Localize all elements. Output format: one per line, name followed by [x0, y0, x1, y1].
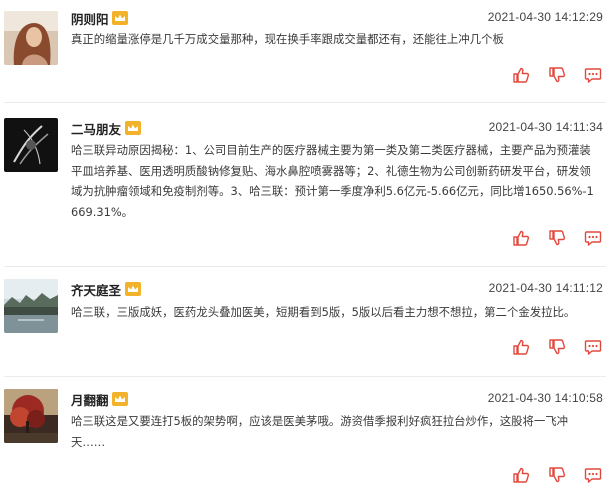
post-time: 2021-04-30 14:12:29	[487, 10, 603, 24]
comment-text: 哈三联，三版成妖，医药龙头叠加医美，短期看到5版，5版以后看主力想不想拉，第二个…	[71, 305, 576, 319]
comment-text: 哈三联异动原因揭秘：1、公司目前生产的医疗器械主要为第一类及第二类医疗器械，主要…	[71, 143, 594, 219]
thumbs-down-icon[interactable]	[548, 229, 566, 247]
comment-icon[interactable]	[584, 466, 602, 484]
comment-actions	[512, 466, 602, 484]
comment-item: 阴则阳 2021-04-30 14:12:29 真正的缩量涨停是几千万成交量那种…	[0, 0, 612, 100]
comment-actions	[512, 338, 602, 356]
username[interactable]: 月翻翻	[71, 390, 109, 409]
avatar[interactable]	[4, 389, 58, 443]
comment-item: 齐天庭圣 2021-04-30 14:11:12 哈三联，三版成妖，医药龙头叠加…	[0, 267, 612, 375]
comment-text: 哈三联这是又要连打5板的架势啊，应该是医美茅哦。游资借季报利好疯狂拉台炒作，这股…	[71, 414, 569, 449]
comment-icon[interactable]	[584, 229, 602, 247]
comment-icon[interactable]	[584, 66, 602, 84]
crown-icon	[112, 391, 128, 406]
username[interactable]: 齐天庭圣	[71, 280, 121, 299]
comment-item: 月翻翻 2021-04-30 14:10:58 哈三联这是又要连打5板的架势啊，…	[0, 377, 612, 494]
comment-actions	[512, 229, 602, 247]
comment-text: 真正的缩量涨停是几千万成交量那种，现在换手率跟成交量都还有，还能往上冲几个板	[71, 32, 504, 46]
thumbs-up-icon[interactable]	[512, 466, 530, 484]
username[interactable]: 阴则阳	[71, 9, 109, 28]
crown-icon	[125, 281, 141, 296]
avatar[interactable]	[4, 279, 58, 333]
comment-list: 阴则阳 2021-04-30 14:12:29 真正的缩量涨停是几千万成交量那种…	[0, 0, 612, 494]
thumbs-up-icon[interactable]	[512, 229, 530, 247]
thumbs-up-icon[interactable]	[512, 66, 530, 84]
crown-icon	[112, 10, 128, 25]
avatar[interactable]	[4, 118, 58, 172]
username[interactable]: 二马朋友	[71, 119, 121, 138]
avatar[interactable]	[4, 11, 58, 65]
crown-icon	[125, 120, 141, 135]
thumbs-up-icon[interactable]	[512, 338, 530, 356]
comment-actions	[512, 66, 602, 84]
comment-item: 二马朋友 2021-04-30 14:11:34 哈三联异动原因揭秘：1、公司目…	[0, 103, 612, 263]
thumbs-down-icon[interactable]	[548, 466, 566, 484]
thumbs-down-icon[interactable]	[548, 338, 566, 356]
post-time: 2021-04-30 14:11:12	[488, 281, 603, 295]
post-time: 2021-04-30 14:10:58	[487, 391, 603, 405]
post-time: 2021-04-30 14:11:34	[488, 120, 603, 134]
comment-icon[interactable]	[584, 338, 602, 356]
thumbs-down-icon[interactable]	[548, 66, 566, 84]
